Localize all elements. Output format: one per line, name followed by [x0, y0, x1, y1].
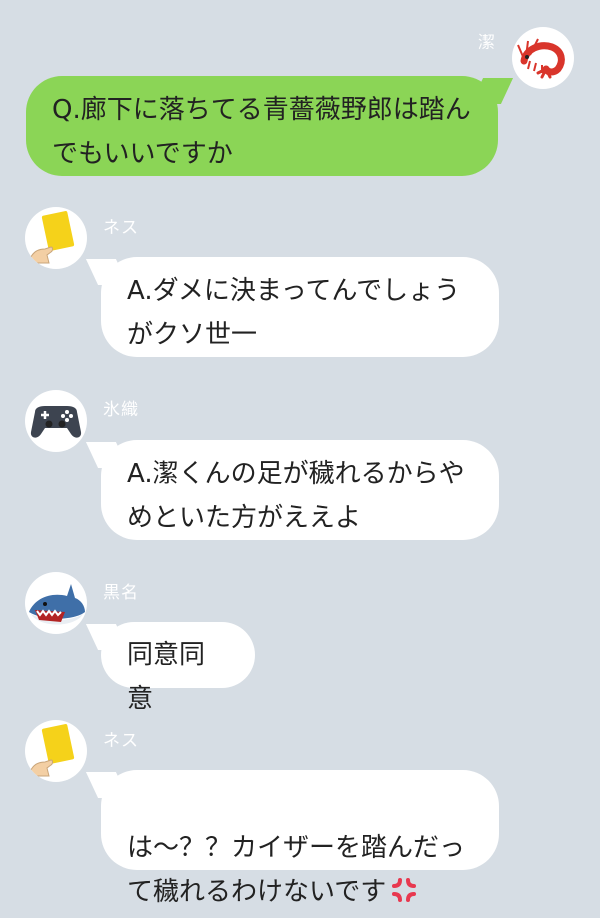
sender-name: ネス [103, 218, 139, 238]
shark-icon[interactable] [25, 572, 87, 634]
shrimp-icon[interactable] [512, 27, 574, 89]
message-bubble[interactable]: は〜？？カイザーを踏んだっ て穢れるわけないです [101, 770, 499, 907]
message-bubble[interactable]: A.潔くんの足が穢れるからや めといた方がええよ [101, 440, 499, 540]
message-bubble[interactable]: Q.廊下に落ちてる青薔薇野郎は踏ん でもいいですか [26, 76, 498, 176]
sender-name: 潔 [478, 33, 496, 53]
game-controller-icon[interactable] [25, 390, 87, 452]
message-bubble[interactable]: A.ダメに決まってんでしょう がクソ世一 [101, 257, 499, 357]
anger-icon [390, 874, 418, 918]
yellow-card-icon[interactable] [25, 720, 87, 782]
sender-name: 氷織 [103, 400, 139, 420]
message-bubble[interactable]: 同意同意 [101, 622, 255, 714]
yellow-card-icon[interactable] [25, 207, 87, 269]
sender-name: ネス [103, 731, 139, 751]
sender-name: 黒名 [103, 583, 139, 603]
